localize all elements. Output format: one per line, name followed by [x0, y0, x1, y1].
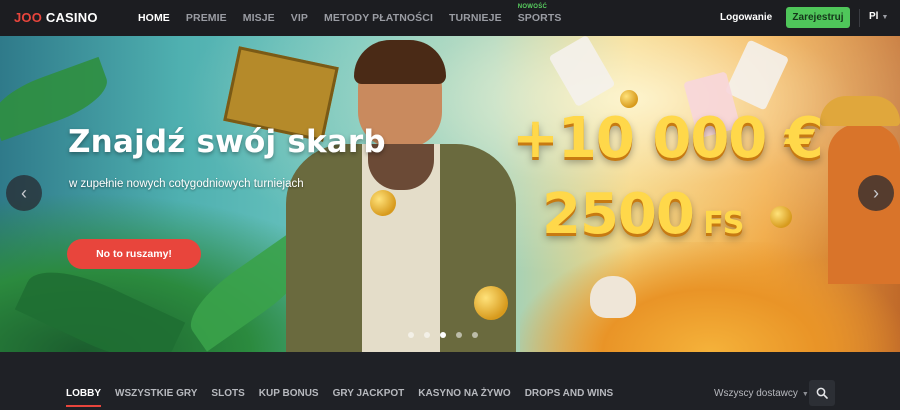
nav-vip[interactable]: VIP [291, 12, 308, 24]
chevron-right-icon: › [873, 182, 879, 203]
divider [859, 9, 860, 27]
main-nav: HOME PREMIE MISJE VIP METODY PŁATNOŚCI T… [138, 0, 577, 36]
tab-all-games[interactable]: WSZYSTKIE GRY [115, 388, 197, 399]
promo-free-spins-unit: FS [693, 206, 744, 241]
top-header: JOO CASINO HOME PREMIE MISJE VIP METODY … [0, 0, 900, 36]
search-button[interactable] [809, 380, 835, 406]
carousel-dot[interactable] [408, 332, 414, 338]
promo-cash-amount: +10 000 € [512, 106, 824, 171]
carousel-dot[interactable] [456, 332, 462, 338]
carousel-prev-button[interactable]: ‹ [6, 175, 42, 211]
logo-part-joo: JOO [14, 10, 43, 25]
nav-tournaments[interactable]: TURNIEJE [449, 12, 502, 24]
hero-cta-button[interactable]: No to ruszamy! [67, 239, 201, 269]
nav-home[interactable]: HOME [138, 12, 170, 24]
gold-coin [474, 286, 508, 320]
tab-buy-bonus[interactable]: KUP BONUS [259, 388, 319, 399]
language-label: Pl [869, 11, 879, 22]
carousel-dots [408, 332, 478, 338]
tab-lobby[interactable]: LOBBY [66, 388, 101, 407]
hero-title: Znajdź swój skarb [68, 124, 386, 160]
nav-sports-label: SPORTS [517, 12, 562, 24]
lobby-bar: LOBBY WSZYSTKIE GRY SLOTS KUP BONUS GRY … [0, 352, 900, 410]
nav-payment-methods[interactable]: METODY PŁATNOŚCI [324, 12, 433, 24]
gold-coin [370, 190, 396, 216]
chevron-down-icon: ▼ [801, 391, 809, 398]
promo-free-spins: 2500 FS [542, 182, 744, 247]
site-logo[interactable]: JOO CASINO [14, 10, 98, 25]
provider-filter[interactable]: Wszyscy dostawcy ▼ [714, 388, 809, 399]
lobby-tabs: LOBBY WSZYSTKIE GRY SLOTS KUP BONUS GRY … [66, 388, 627, 407]
promo-amount: +10 000 € 2500 FS [512, 106, 824, 266]
language-selector[interactable]: Pl ▼ [869, 11, 888, 22]
nav-misje[interactable]: MISJE [243, 12, 275, 24]
carousel-dot[interactable] [424, 332, 430, 338]
carousel-dot[interactable] [440, 332, 446, 338]
logo-part-casino: CASINO [42, 10, 98, 25]
chevron-down-icon: ▼ [881, 14, 889, 21]
hero-subtitle: w zupełnie nowych cotygodniowych turniej… [69, 178, 304, 190]
new-badge: NOWOŚĆ [517, 4, 548, 10]
skull-decoration [590, 276, 636, 318]
tab-slots[interactable]: SLOTS [211, 388, 244, 399]
register-button[interactable]: Zarejestruj [786, 7, 850, 28]
tab-live-casino[interactable]: KASYNO NA ŻYWO [418, 388, 510, 399]
nav-premie[interactable]: PREMIE [186, 12, 227, 24]
carousel-dot[interactable] [472, 332, 478, 338]
nav-sports[interactable]: NOWOŚĆ SPORTS [517, 4, 562, 24]
casino-page: JOO CASINO HOME PREMIE MISJE VIP METODY … [0, 0, 900, 410]
carousel-next-button[interactable]: › [858, 175, 894, 211]
chevron-left-icon: ‹ [21, 182, 27, 203]
tab-drops-and-wins[interactable]: DROPS AND WINS [525, 388, 614, 399]
character-hair [354, 40, 446, 84]
explorer-hat [820, 96, 900, 126]
tab-jackpot[interactable]: GRY JACKPOT [333, 388, 405, 399]
promo-free-spins-number: 2500 [542, 182, 695, 247]
login-link[interactable]: Logowanie [720, 12, 772, 23]
provider-filter-label: Wszyscy dostawcy [714, 388, 798, 399]
hero-banner[interactable]: Znajdź swój skarb w zupełnie nowych coty… [0, 36, 900, 352]
search-icon [816, 387, 828, 399]
